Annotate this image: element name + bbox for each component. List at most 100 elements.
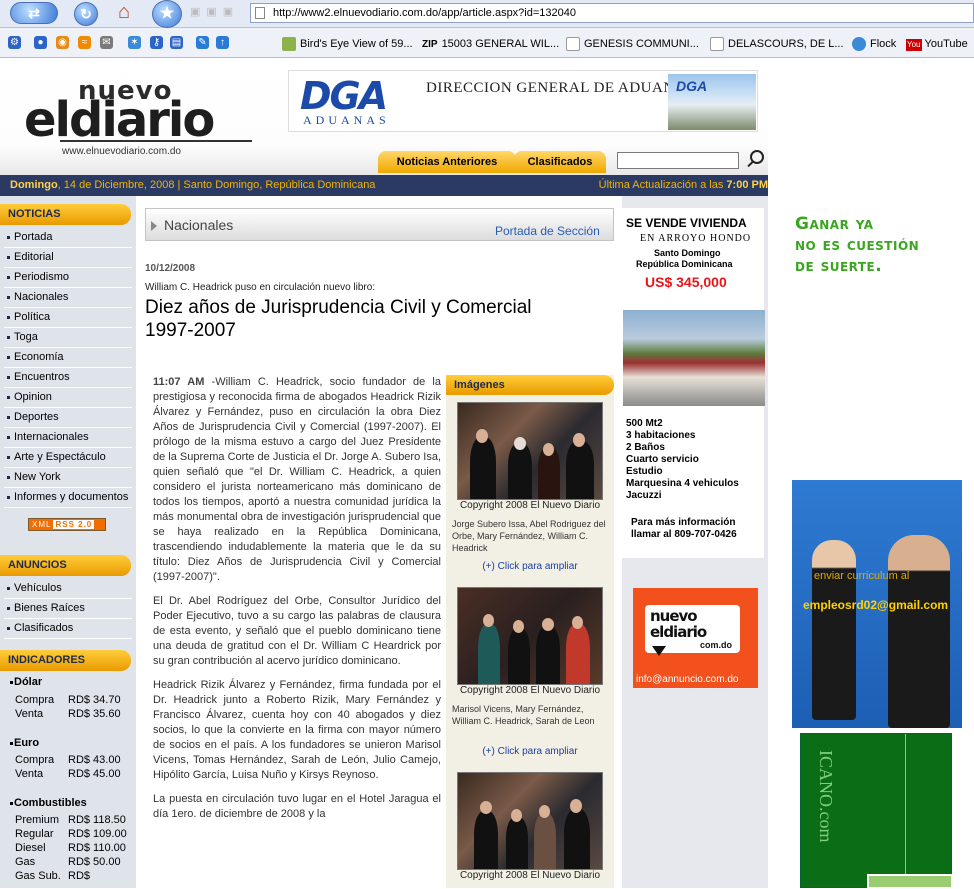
- photo-copyright: Copyright 2008 El Nuevo Diario: [459, 685, 601, 696]
- photo-icon[interactable]: ◉: [56, 36, 69, 49]
- dolar-title: Dólar: [9, 676, 43, 688]
- photo-copyright: Copyright 2008 El Nuevo Diario: [459, 500, 601, 511]
- images-heading: Imágenes: [446, 375, 614, 395]
- euro-compra-value: RD$ 43.00: [68, 754, 121, 766]
- nav-toga[interactable]: Toga: [4, 328, 132, 348]
- nav-bienes-raices[interactable]: Bienes Raíces: [4, 599, 132, 619]
- click-ampliar-link[interactable]: (+) Click para ampliar: [449, 746, 611, 757]
- euro-compra-label: Compra: [15, 754, 55, 766]
- document-icon: [710, 37, 724, 52]
- fuel-value: RD$ 109.00: [68, 828, 127, 840]
- date-day: Domingo: [10, 179, 58, 191]
- nav-clasificados[interactable]: Clasificados: [4, 619, 132, 639]
- article-paragraph: Headrick Rizik Álvarez y Fernández, firm…: [153, 679, 441, 781]
- article-date: 10/12/2008: [145, 263, 196, 274]
- search-input[interactable]: [617, 152, 739, 169]
- face-shape: [570, 799, 582, 813]
- mail-icon[interactable]: ✉: [100, 36, 113, 49]
- last-update: Última Actualización a las 7:00 PM: [599, 175, 768, 196]
- favorites-star-icon[interactable]: ★: [152, 0, 182, 28]
- suerte-ad-text: Ganar ya no es cuestión de suerte.: [795, 214, 920, 276]
- article-photo-1[interactable]: [457, 402, 603, 500]
- euro-venta-label: Venta: [15, 768, 44, 780]
- article-photo-2[interactable]: [457, 587, 603, 685]
- bookmark-youtube[interactable]: You YouTube: [906, 34, 968, 54]
- vivienda-title: SE VENDE VIVIENDA: [626, 216, 747, 230]
- suerte-ad[interactable]: [790, 170, 962, 455]
- rss-feed-button[interactable]: XML RSS 2.0: [28, 518, 106, 531]
- bookmark-1[interactable]: Bird's Eye View of 59...: [282, 34, 413, 54]
- face-shape: [476, 429, 488, 443]
- face-shape: [573, 433, 585, 447]
- back-forward-button[interactable]: ⇄: [10, 2, 58, 24]
- document-icon: [566, 37, 580, 52]
- person-shape: [536, 626, 560, 684]
- nav-encuentros[interactable]: Encuentros: [4, 368, 132, 388]
- settings-icon[interactable]: ⚙: [8, 36, 21, 49]
- article-photo-3[interactable]: [457, 772, 603, 870]
- nav-informes[interactable]: Informes y documentos: [4, 488, 132, 508]
- banner-aduanas-text: ADUANAS: [303, 113, 390, 127]
- update-label: Última Actualización a las: [598, 179, 727, 191]
- tab-noticias-anteriores[interactable]: Noticias Anteriores: [378, 151, 516, 173]
- green-ad-photo: [867, 874, 953, 889]
- nav-periodismo[interactable]: Periodismo: [4, 268, 132, 288]
- portada-seccion-link[interactable]: Portada de Sección: [495, 224, 600, 238]
- person-shape: [478, 624, 500, 684]
- article-time: 11:07 AM: [153, 376, 205, 388]
- tab-clasificados[interactable]: Clasificados: [514, 151, 606, 173]
- pen-icon[interactable]: ✎: [196, 36, 209, 49]
- person-shape: [534, 813, 556, 869]
- nav-nacionales[interactable]: Nacionales: [4, 288, 132, 308]
- toolbar-icons-disabled: ▣▣▣: [190, 6, 240, 18]
- up-arrow-icon[interactable]: ↑: [216, 36, 229, 49]
- key-icon[interactable]: ⚷: [150, 36, 163, 49]
- nav-politica[interactable]: Política: [4, 308, 132, 328]
- bookmark-4[interactable]: DELASCOURS, DE L...: [710, 34, 844, 54]
- nav-vehiculos[interactable]: Vehículos: [4, 579, 132, 599]
- nav-portada[interactable]: Portada: [4, 228, 132, 248]
- nav-arte[interactable]: Arte y Espectáculo: [4, 448, 132, 468]
- fuel-label: Regular: [15, 828, 54, 840]
- fuel-label: Diesel: [15, 842, 46, 854]
- nav-opinion[interactable]: Opinion: [4, 388, 132, 408]
- green-ad-line: [905, 734, 906, 889]
- vivienda-feature: 2 Baños: [626, 442, 665, 453]
- photo-caption: Jorge Subero Issa, Abel Rodriguez del Or…: [452, 519, 606, 553]
- nuevodiario-ad-dotcom: com.do: [700, 640, 733, 650]
- tools-icon[interactable]: ✶: [128, 36, 141, 49]
- banner-title: DIRECCION GENERAL DE ADUANAS: [426, 80, 695, 96]
- noticias-heading: NOTICIAS: [0, 204, 131, 225]
- nav-new-york[interactable]: New York: [4, 468, 132, 488]
- user-icon[interactable]: ●: [34, 36, 47, 49]
- nav-economia[interactable]: Economía: [4, 348, 132, 368]
- vivienda-sub: EN ARROYO HONDO: [640, 233, 752, 244]
- nav-internacionales[interactable]: Internacionales: [4, 428, 132, 448]
- down-arrow-icon: [652, 646, 666, 656]
- vivienda-country: República Dominicana: [636, 259, 733, 269]
- vivienda-feature: Jacuzzi: [626, 490, 662, 501]
- inbox-icon[interactable]: ▤: [170, 36, 183, 49]
- person-shape: [508, 443, 532, 499]
- fuel-value: RD$ 50.00: [68, 856, 121, 868]
- nuevodiario-ad-logo: nuevo eldiario: [650, 607, 707, 641]
- nav-editorial[interactable]: Editorial: [4, 248, 132, 268]
- nav-deportes[interactable]: Deportes: [4, 408, 132, 428]
- youtube-icon: You: [906, 39, 922, 51]
- rss-icon[interactable]: ≈: [78, 36, 91, 49]
- fuel-label: Gas: [15, 856, 36, 868]
- bookmark-2[interactable]: ZIP 15003 GENERAL WIL...: [422, 34, 559, 54]
- reload-icon[interactable]: ↻: [74, 2, 98, 26]
- green-ad-text: ICANO.com: [816, 750, 836, 843]
- section-title: Nacionales: [164, 217, 234, 233]
- click-ampliar-link[interactable]: (+) Click para ampliar: [449, 561, 611, 572]
- bookmark-flock[interactable]: Flock: [852, 34, 896, 54]
- vivienda-phone: llamar al 809-707-0426: [631, 529, 737, 540]
- article-kicker: William C. Headrick puso en circulación …: [145, 282, 376, 293]
- home-icon[interactable]: ⌂: [112, 0, 136, 24]
- address-bar[interactable]: http://www2.elnuevodiario.com.do/app/art…: [250, 3, 974, 23]
- bookmark-3[interactable]: GENESIS COMMUNI...: [566, 34, 699, 54]
- woman-figure: [812, 540, 856, 720]
- person-shape: [566, 441, 594, 499]
- search-icon[interactable]: [750, 150, 764, 164]
